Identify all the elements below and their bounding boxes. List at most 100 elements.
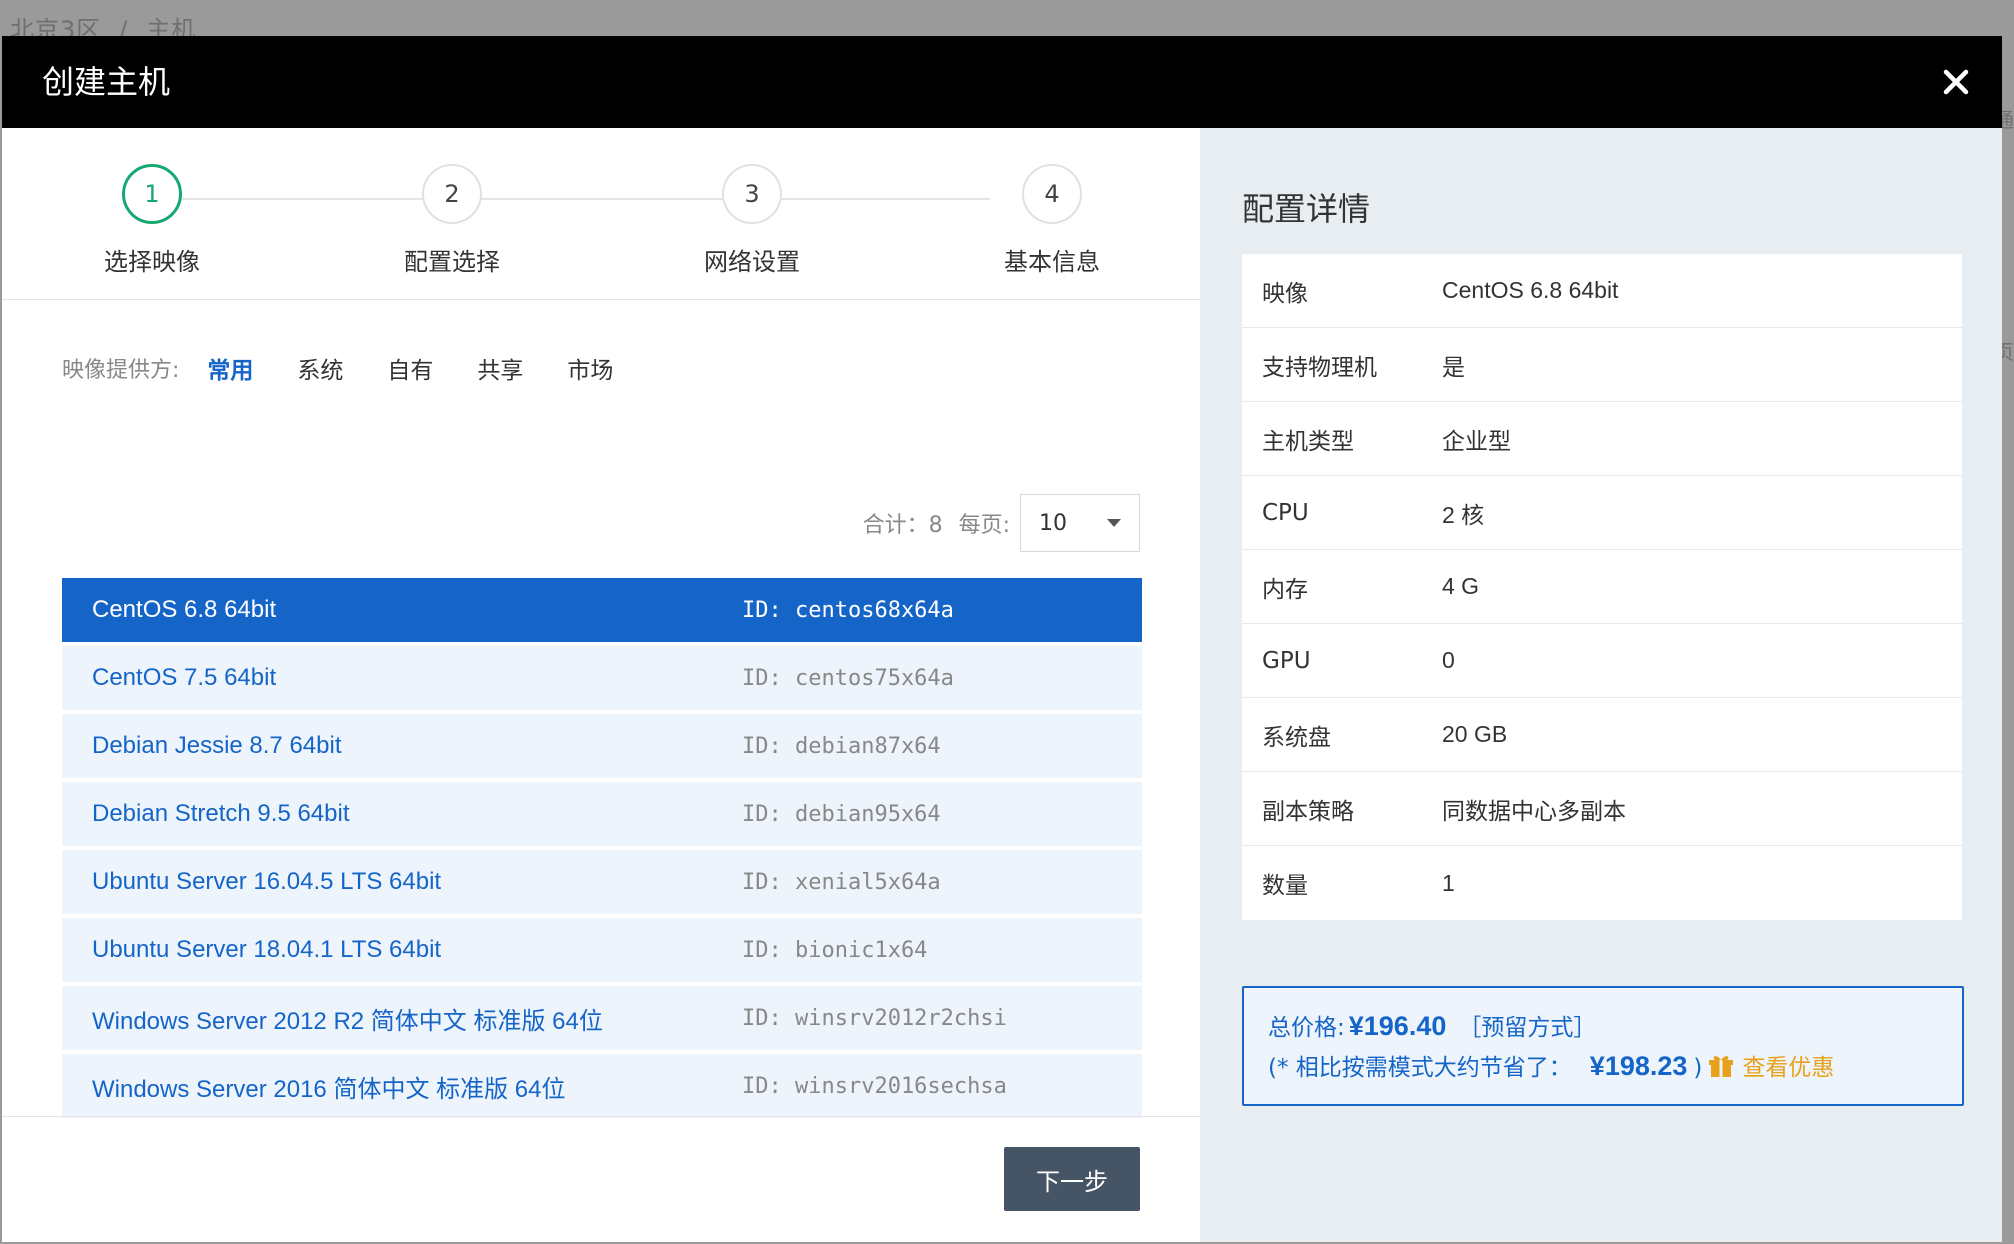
image-name: CentOS 6.8 64bit (92, 596, 277, 623)
image-id: ID: winsrv2012r2chsi (742, 1005, 1007, 1031)
image-name: Ubuntu Server 18.04.1 LTS 64bit (92, 936, 442, 963)
next-step-button[interactable]: 下一步 (1004, 1147, 1140, 1211)
create-host-modal: 创建主机 1 选择映像 2 配置选择 3 网络设置 4 基本信息 映像提供方: … (2, 36, 2002, 1242)
step-label: 配置选择 (404, 248, 500, 276)
detail-key: 主机类型 (1262, 428, 1354, 455)
image-id: ID: centos75x64a (742, 665, 954, 691)
close-icon (1943, 69, 1969, 95)
provider-tab-system[interactable]: 系统 (297, 351, 343, 385)
detail-value: 1 (1442, 869, 1455, 896)
step-number: 1 (122, 164, 182, 224)
step-number: 4 (1022, 164, 1082, 224)
detail-row-physical: 支持物理机 是 (1242, 328, 1962, 402)
image-name: Debian Stretch 9.5 64bit (92, 800, 350, 827)
step-number: 3 (722, 164, 782, 224)
image-name: Windows Server 2012 R2 简体中文 标准版 64位 (92, 1007, 603, 1035)
price-summary: 总价格: ¥196.40 ［预留方式］ (* 相比按需模式大约节省了： ¥198… (1242, 986, 1964, 1106)
detail-key: GPU (1262, 647, 1311, 674)
image-row-debian87[interactable]: Debian Jessie 8.7 64bit ID: debian87x64 (62, 714, 1142, 778)
modal-footer: 下一步 (2, 1116, 1200, 1211)
details-title: 配置详情 (1242, 190, 1371, 228)
image-name: Ubuntu Server 16.04.5 LTS 64bit (92, 868, 442, 895)
billing-mode: ［预留方式］ (1458, 1015, 1597, 1041)
detail-key: 支持物理机 (1262, 354, 1377, 381)
image-id: ID: winsrv2016sechsa (742, 1073, 1007, 1099)
step-indicator: 1 选择映像 2 配置选择 3 网络设置 4 基本信息 (2, 128, 1200, 300)
config-details-panel: 配置详情 映像 CentOS 6.8 64bit 支持物理机 是 主机类型 企业… (1200, 128, 2002, 1242)
image-name: Debian Jessie 8.7 64bit (92, 732, 342, 759)
image-row-centos68[interactable]: CentOS 6.8 64bit ID: centos68x64a (62, 578, 1142, 642)
provider-tab-shared[interactable]: 共享 (477, 351, 523, 385)
detail-row-host-type: 主机类型 企业型 (1242, 402, 1962, 476)
detail-row-replica-policy: 副本策略 同数据中心多副本 (1242, 772, 1962, 846)
image-row-winsrv2012[interactable]: Windows Server 2012 R2 简体中文 标准版 64位 ID: … (62, 986, 1142, 1050)
detail-value: CentOS 6.8 64bit (1442, 277, 1619, 303)
detail-value: 是 (1442, 353, 1465, 380)
step-label: 基本信息 (1004, 248, 1100, 276)
detail-row-gpu: GPU 0 (1242, 624, 1962, 698)
provider-tab-common[interactable]: 常用 (207, 351, 253, 385)
step-4[interactable]: 4 基本信息 (952, 164, 1152, 277)
detail-row-quantity: 数量 1 (1242, 846, 1962, 920)
chevron-down-icon (1107, 519, 1121, 527)
image-name: Windows Server 2016 简体中文 标准版 64位 (92, 1075, 566, 1103)
total-price-label: 总价格: (1268, 1015, 1345, 1041)
step-label: 选择映像 (104, 248, 200, 276)
detail-value: 20 GB (1442, 721, 1508, 747)
modal-title: 创建主机 (42, 63, 171, 101)
image-id: ID: centos68x64a (742, 597, 954, 623)
provider-label: 映像提供方: (62, 358, 180, 383)
detail-key: 内存 (1262, 576, 1308, 603)
image-row-ubuntu1604[interactable]: Ubuntu Server 16.04.5 LTS 64bit ID: xeni… (62, 850, 1142, 914)
detail-value: 4 G (1442, 573, 1480, 599)
image-row-winsrv2016[interactable]: Windows Server 2016 简体中文 标准版 64位 ID: win… (62, 1054, 1142, 1118)
step-connector-line (182, 198, 990, 200)
detail-key: 数量 (1262, 873, 1308, 899)
savings-prefix: (* 相比按需模式大约节省了： (1268, 1055, 1572, 1081)
pagination-controls: 合计：8 每页: 10 (863, 494, 1140, 552)
step-label: 网络设置 (704, 248, 800, 276)
step-number: 2 (422, 164, 482, 224)
image-row-ubuntu1804[interactable]: Ubuntu Server 18.04.1 LTS 64bit ID: bion… (62, 918, 1142, 982)
image-row-debian95[interactable]: Debian Stretch 9.5 64bit ID: debian95x64 (62, 782, 1142, 846)
total-count: 合计：8 (862, 513, 943, 538)
per-page-value: 10 (1039, 510, 1067, 536)
image-row-centos75[interactable]: CentOS 7.5 64bit ID: centos75x64a (62, 646, 1142, 710)
view-discount-link[interactable]: 查看优惠 (1742, 1048, 1834, 1082)
detail-value: 2 核 (1442, 501, 1485, 528)
step-1[interactable]: 1 选择映像 (52, 164, 252, 277)
detail-row-cpu: CPU 2 核 (1242, 476, 1962, 550)
image-id: ID: xenial5x64a (742, 869, 941, 895)
detail-value: 同数据中心多副本 (1442, 797, 1626, 824)
total-price-line: 总价格: ¥196.40 ［预留方式］ (1268, 1008, 1938, 1048)
detail-key: 副本策略 (1262, 798, 1354, 825)
image-id: ID: debian87x64 (742, 733, 941, 759)
detail-value: 0 (1442, 647, 1455, 673)
gift-icon (1709, 1056, 1734, 1077)
close-button[interactable] (1932, 58, 1980, 106)
detail-value: 企业型 (1442, 427, 1511, 454)
step-2[interactable]: 2 配置选择 (352, 164, 552, 277)
detail-row-memory: 内存 4 G (1242, 550, 1962, 624)
step-3[interactable]: 3 网络设置 (652, 164, 852, 277)
detail-row-system-disk: 系统盘 20 GB (1242, 698, 1962, 772)
savings-suffix: ) (1693, 1055, 1703, 1081)
image-name: CentOS 7.5 64bit (92, 664, 277, 691)
image-provider-filter: 映像提供方: 常用 系统 自有 共享 市场 (62, 348, 657, 388)
provider-tab-market[interactable]: 市场 (567, 351, 613, 385)
per-page-label: 每页: (958, 513, 1010, 538)
detail-key: CPU (1262, 499, 1309, 526)
detail-key: 映像 (1262, 280, 1308, 307)
image-id: ID: bionic1x64 (742, 937, 928, 963)
details-table: 映像 CentOS 6.8 64bit 支持物理机 是 主机类型 企业型 CPU… (1242, 254, 1962, 920)
detail-key: 系统盘 (1262, 724, 1331, 751)
savings-amount: ¥198.23 (1589, 1051, 1688, 1081)
provider-tab-own[interactable]: 自有 (387, 351, 433, 385)
total-price-amount: ¥196.40 (1348, 1011, 1447, 1041)
detail-row-image: 映像 CentOS 6.8 64bit (1242, 254, 1962, 328)
image-id: ID: debian95x64 (742, 801, 941, 827)
image-list: CentOS 6.8 64bit ID: centos68x64a CentOS… (62, 578, 1142, 1122)
modal-header: 创建主机 (2, 36, 2002, 128)
per-page-select[interactable]: 10 (1020, 494, 1140, 552)
savings-line: (* 相比按需模式大约节省了： ¥198.23 ) 查看优惠 (1268, 1048, 1938, 1088)
